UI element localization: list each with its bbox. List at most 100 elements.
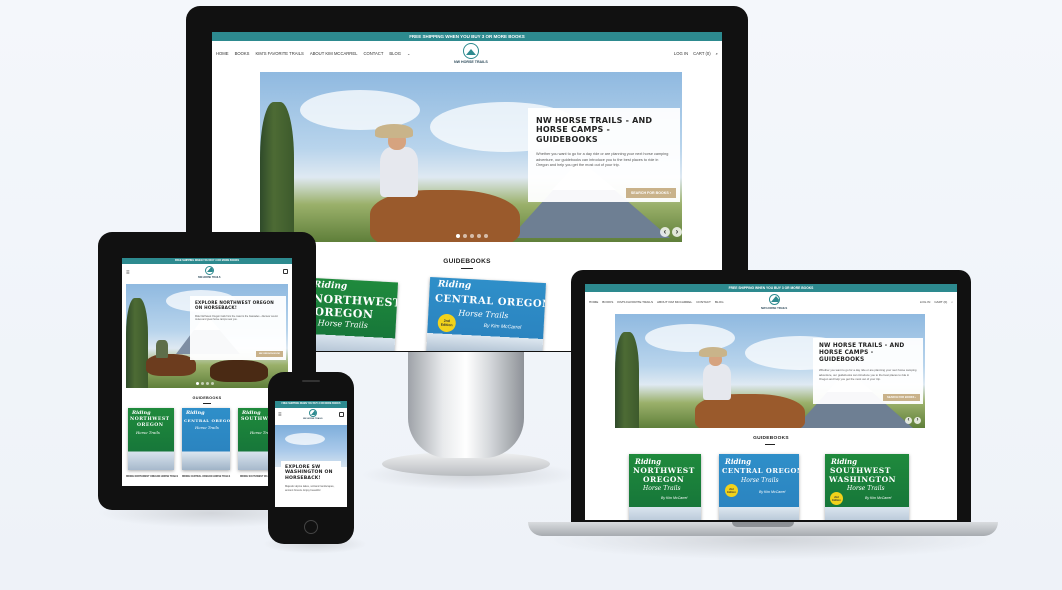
hero-rider — [703, 364, 731, 400]
nav-item[interactable]: BOOKS — [235, 51, 250, 56]
search-icon[interactable]: ⌕ — [716, 51, 718, 56]
book-title-line: Riding — [437, 279, 472, 292]
book-author: By Kim McCarrel — [483, 322, 522, 331]
hero-title: EXPLORE NORTHWEST OREGON ON HORSEBACK! — [195, 300, 274, 310]
slide-dot[interactable] — [463, 234, 467, 238]
hero-title: NW HORSE TRAILS - AND HORSE CAMPS - GUID… — [819, 343, 905, 363]
book-cover[interactable]: Riding CENTRAL OREGON Horse Trails — [182, 408, 230, 470]
hero-card: EXPLORE NORTHWEST OREGON ON HORSEBACK! R… — [190, 296, 286, 360]
search-books-button[interactable]: SEARCH FOR BOOKS › — [883, 394, 920, 401]
hero-card: NW HORSE TRAILS - AND HORSE CAMPS - GUID… — [813, 338, 923, 404]
hero-rider — [380, 147, 418, 197]
arrow-right-icon[interactable]: › — [914, 417, 921, 424]
arrow-left-icon[interactable]: ‹ — [905, 417, 912, 424]
phone-speaker — [302, 380, 320, 382]
site-logo[interactable]: NW HORSE TRAILS — [454, 43, 488, 64]
book-title-line: OREGON — [137, 423, 164, 428]
slide-dot[interactable] — [470, 234, 474, 238]
hamburger-menu-icon[interactable]: ≡ — [278, 412, 282, 418]
edition-badge: 2nd Edition — [437, 313, 457, 333]
book-cover[interactable]: Riding CENTRAL OREGON Horse Trails 2nd E… — [425, 277, 547, 351]
book-caption[interactable]: RIDING SOUTHWEST WA — [240, 476, 268, 478]
navbar: HOME BOOKS KIM'S FAVORITE TRAILS ABOUT K… — [585, 292, 957, 314]
logo-icon — [204, 266, 214, 275]
site-logo[interactable]: NW HORSE TRAILS — [198, 266, 220, 279]
section-title: GUIDEBOOKS — [753, 436, 789, 441]
hero-rider-hat — [375, 124, 413, 138]
hero-trees — [615, 332, 639, 428]
cart-link[interactable]: CART (0) — [934, 300, 947, 304]
slide-dot[interactable] — [196, 382, 199, 385]
slide-dot[interactable] — [484, 234, 488, 238]
hero-card: NW HORSE TRAILS - AND HORSE CAMPS - GUID… — [528, 108, 680, 202]
slide-dot[interactable] — [456, 234, 460, 238]
book-title-line: Horse Trails — [847, 485, 885, 492]
arrow-left-icon[interactable]: ‹ — [660, 227, 670, 237]
login-link[interactable]: LOG IN — [674, 51, 688, 56]
book-author: By Kim McCarrel — [661, 496, 688, 500]
slide-dot[interactable] — [211, 382, 214, 385]
logo-text: NW HORSE TRAILS — [454, 60, 488, 64]
home-button[interactable] — [304, 520, 318, 534]
nav-item[interactable]: KIM'S FAVORITE TRAILS — [617, 300, 653, 304]
hero-slideshow: NW HORSE TRAILS - AND HORSE CAMPS - GUID… — [615, 314, 925, 428]
cart-link[interactable]: CART (0) — [693, 51, 711, 56]
nav-item[interactable]: ABOUT KIM MCCARREL — [657, 300, 692, 304]
book-title-line: Horse Trails — [458, 308, 509, 321]
site-logo[interactable]: NW HORSE TRAILS — [303, 409, 323, 420]
book-title-line: WASHINGTON — [829, 475, 897, 484]
book-title-line: Riding — [725, 457, 752, 466]
book-title-line: Horse Trails — [136, 430, 160, 435]
slide-dot[interactable] — [477, 234, 481, 238]
phone: FREE SHIPPING WHEN YOU BUY 3 OR MORE BOO… — [268, 372, 354, 544]
nav-item[interactable]: BLOG — [389, 51, 401, 56]
phone-screen: FREE SHIPPING WHEN YOU BUY 3 OR MORE BOO… — [275, 401, 347, 507]
promo-banner: FREE SHIPPING WHEN YOU BUY 3 OR MORE BOO… — [212, 32, 722, 41]
nav-item[interactable]: CONTACT — [363, 51, 383, 56]
book-title-line: Horse Trails — [195, 425, 219, 430]
nav-item[interactable]: KIM'S FAVORITE TRAILS — [255, 51, 303, 56]
nw-oregon-book-label: NW OREGON BOOK — [258, 353, 280, 355]
logo-icon — [768, 294, 780, 305]
cart-icon[interactable] — [283, 269, 288, 274]
site-logo[interactable]: NW HORSE TRAILS — [761, 294, 787, 310]
nav-item[interactable]: BLOG — [715, 300, 724, 304]
slide-dot[interactable] — [206, 382, 209, 385]
nav-links: HOME BOOKS KIM'S FAVORITE TRAILS ABOUT K… — [589, 300, 724, 304]
promo-banner: FREE SHIPPING WHEN YOU BUY 3 OR MORE BOO… — [585, 284, 957, 292]
book-cover[interactable]: Riding NORTHWEST OREGON Horse Trails — [128, 408, 174, 470]
nav-item[interactable]: ABOUT KIM MCCARREL — [310, 51, 358, 56]
slide-dot[interactable] — [201, 382, 204, 385]
book-title-line: SOUTHWEST — [830, 466, 891, 475]
arrow-right-icon[interactable]: › — [672, 227, 682, 237]
search-books-label: SEARCH FOR BOOKS — [630, 191, 669, 195]
book-caption[interactable]: RIDING NORTHWEST OREGON HORSE TRAILS — [126, 476, 178, 478]
hero-text: Majestic alpine lakes, volcanic landscap… — [285, 485, 335, 492]
book-title-line: Riding — [635, 457, 662, 466]
search-books-button[interactable]: SEARCH FOR BOOKS › — [625, 188, 676, 198]
book-author: By Kim McCarrel — [759, 490, 786, 494]
hero-horse — [370, 190, 520, 242]
book-title-line: CENTRAL OREGON — [434, 293, 547, 311]
book-title-line: Horse Trails — [741, 477, 779, 484]
search-icon[interactable]: ⌕ — [951, 300, 953, 304]
section-underline — [203, 403, 211, 404]
nav-item[interactable]: HOME — [589, 300, 598, 304]
chevron-down-icon: ⌄ — [407, 51, 411, 56]
nav-item[interactable]: BOOKS — [602, 300, 613, 304]
book-cover[interactable]: Riding CENTRAL OREGON Horse Trails 2nd E… — [719, 454, 799, 520]
cart-icon[interactable] — [339, 412, 344, 417]
nav-item[interactable]: HOME — [216, 51, 229, 56]
book-caption[interactable]: RIDING CENTRAL OREGON HORSE TRAILS — [182, 476, 230, 478]
login-link[interactable]: LOG IN — [920, 300, 931, 304]
book-title-line: Riding — [242, 410, 261, 416]
book-cover[interactable]: Riding NORTHWEST OREGON Horse Trails By … — [629, 454, 701, 520]
book-cover[interactable]: Riding SOUTHWEST WASHINGTON Horse Trails… — [825, 454, 909, 520]
nw-oregon-book-button[interactable]: NW OREGON BOOK — [255, 351, 283, 357]
nav-item[interactable]: CONTACT — [696, 300, 711, 304]
navbar: ≡ NW HORSE TRAILS — [275, 408, 347, 424]
laptop: FREE SHIPPING WHEN YOU BUY 3 OR MORE BOO… — [571, 270, 971, 524]
hamburger-menu-icon[interactable]: ≡ — [126, 270, 130, 276]
book-cover[interactable]: Riding NORTHWEST OREGON Horse Trails — [301, 277, 399, 351]
tablet-screen: FREE SHIPPING WHEN YOU BUY 3 OR MORE BOO… — [122, 258, 292, 486]
